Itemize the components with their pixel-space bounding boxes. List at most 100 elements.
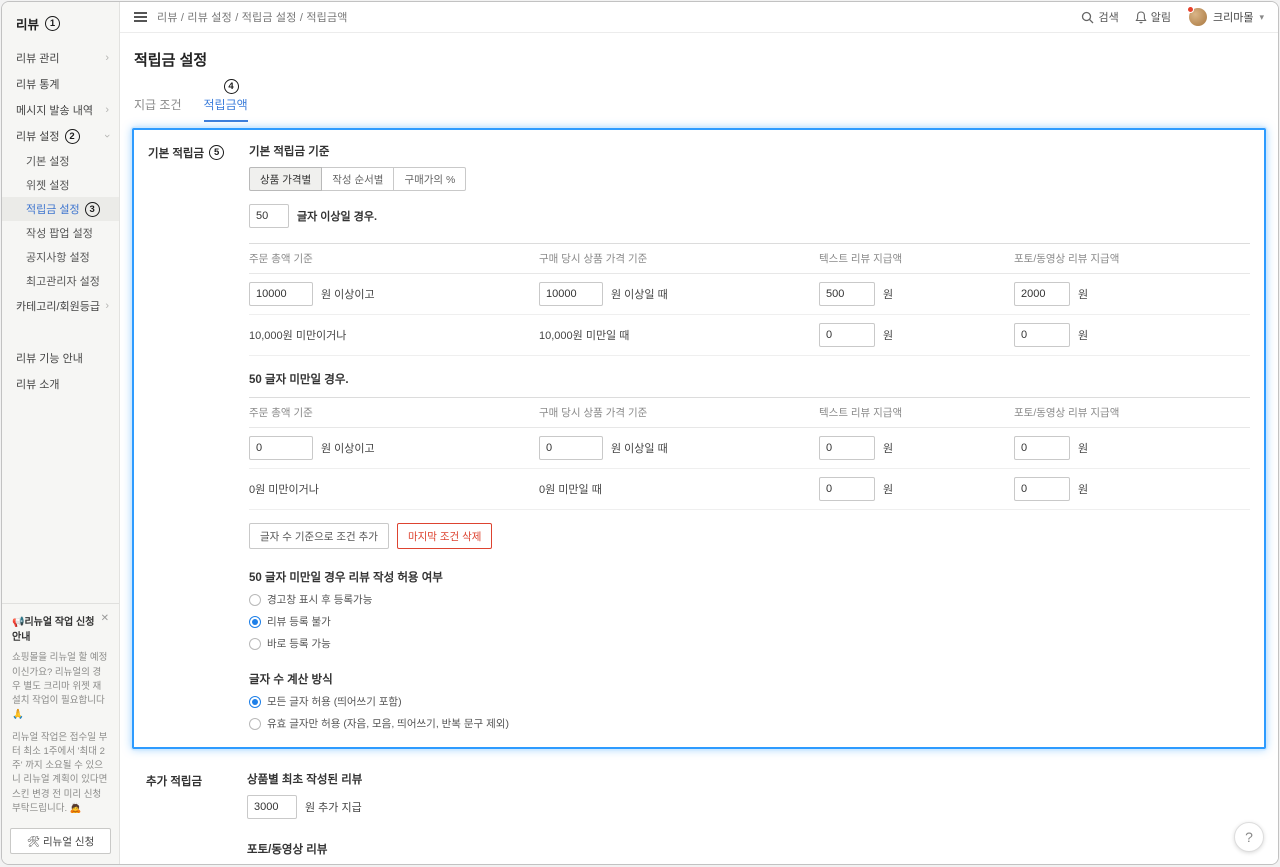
radio-valid-chars-only[interactable]: 유효 글자만 허용 (자음, 모음, 띄어쓰기, 반복 문구 제외) [249,716,1250,731]
char-count-title: 글자 수 계산 방식 [249,674,333,686]
search-button[interactable]: 검색 [1081,9,1119,25]
reward-row-under-else: 0원 미만이거나 0원 미만일 때 원 원 [249,469,1250,510]
condition-buttons-row: 글자 수 기준으로 조건 추가 마지막 조건 삭제 [249,523,1250,549]
sidebar-sub-admin-settings[interactable]: 최고관리자 설정 [2,269,119,293]
radio-icon [249,593,261,606]
renewal-notice-title: 📢리뉴얼 작업 신청 안내 [12,617,95,644]
won-label: 원 [883,484,894,496]
under-text-reward-input[interactable] [819,436,875,460]
col-text-reward: 텍스트 리뷰 지급액 [819,407,903,419]
criteria-segmented-control: 상품 가격별 작성 순서별 구매가의 % [249,167,1250,191]
sidebar-sub-basic-settings[interactable]: 기본 설정 [2,149,119,173]
sidebar-item-message-history[interactable]: 메시지 발송 내역 › [2,97,119,123]
alarm-button[interactable]: 알림 [1135,9,1171,25]
over-text-reward-input[interactable] [819,282,875,306]
sidebar-item-label: 리뷰 관리 [16,53,60,65]
sidebar-sub-reward-settings[interactable]: 적립금 설정 3 [2,197,119,221]
over-else-text-reward-input[interactable] [819,323,875,347]
col-photo-reward: 포토/동영상 리뷰 지급액 [1014,253,1120,265]
radio-label: 경고창 표시 후 등록가능 [267,594,373,606]
suffix-when: 원 이상일 때 [611,443,668,455]
sidebar-sub-label: 최고관리자 설정 [26,276,100,288]
won-label: 원 [1078,330,1089,342]
sidebar-link-feature-guide[interactable]: 리뷰 기능 안내 [2,345,119,371]
tab-payment-conditions[interactable]: 지급 조건 [134,96,182,122]
annotation-5: 5 [209,145,225,160]
close-icon[interactable]: ✕ [101,613,109,624]
sidebar-link-review-intro[interactable]: 리뷰 소개 [2,371,119,397]
under-else-order-text: 0원 미만이거나 [249,484,319,496]
segment-write-order[interactable]: 작성 순서별 [321,167,395,191]
col-order-total: 주문 총액 기준 [249,253,313,265]
topbar-right: 검색 알림 크리마몰 ▾ [1071,6,1264,26]
extra-reward-section-label: 추가 적립금 [146,771,247,864]
over-photo-reward-input[interactable] [1014,282,1070,306]
over-else-photo-reward-input[interactable] [1014,323,1070,347]
delete-last-condition-button[interactable]: 마지막 조건 삭제 [396,523,493,549]
basic-reward-section-label: 기본 적립금 5 [148,143,249,731]
breadcrumb[interactable]: 리뷰 / 리뷰 설정 / 적립금 설정 / 적립금액 [157,9,348,25]
char-threshold-suffix: 글자 이상일 경우. [297,211,378,223]
radio-selected-icon [249,695,261,708]
col-order-total: 주문 총액 기준 [249,407,313,419]
sidebar-item-label: 리뷰 설정 [16,131,60,143]
char-count-radio-group: 글자 수 계산 방식 모든 글자 허용 (띄어쓰기 포함) 유효 글자만 허용 … [249,671,1250,731]
under-order-amount-input[interactable] [249,436,313,460]
reward-row-under-main: 원 이상이고 원 이상일 때 원 원 [249,428,1250,469]
radio-all-chars[interactable]: 모든 글자 허용 (띄어쓰기 포함) [249,694,1250,709]
account-avatar[interactable] [1186,6,1207,26]
chevron-down-icon[interactable]: ▾ [1259,12,1264,23]
radio-label: 모든 글자 허용 (띄어쓰기 포함) [267,696,402,708]
app-title: 리뷰 [16,18,40,32]
char-threshold-row: 글자 이상일 경우. [249,204,1250,228]
under-else-text-reward-input[interactable] [819,477,875,501]
reward-table-header: 주문 총액 기준 구매 당시 상품 가격 기준 텍스트 리뷰 지급액 포토/동영… [249,397,1250,428]
section-label-text: 기본 적립금 [148,148,205,160]
tab-reward-amount[interactable]: 4 적립금액 [203,79,248,122]
over-order-amount-input[interactable] [249,282,313,306]
tab-bar: 지급 조건 4 적립금액 [134,79,1266,122]
radio-icon [249,637,261,650]
sidebar-sub-popup-settings[interactable]: 작성 팝업 설정 [2,221,119,245]
under-else-photo-reward-input[interactable] [1014,477,1070,501]
allow-review-radio-group: 50 글자 미만일 경우 리뷰 작성 허용 여부 경고창 표시 후 등록가능 리… [249,569,1250,651]
segment-product-price[interactable]: 상품 가격별 [249,167,323,191]
sidebar-item-review-manage[interactable]: 리뷰 관리 › [2,45,119,71]
char-threshold-input[interactable] [249,204,289,228]
sidebar-item-review-settings[interactable]: 리뷰 설정 2 › [2,123,119,149]
renewal-notice-box: 📢리뉴얼 작업 신청 안내 ✕ 쇼핑몰을 리뉴얼 할 예정이신가요? 리뉴얼의 … [2,603,119,820]
under-product-price-input[interactable] [539,436,603,460]
sidebar-item-review-stats[interactable]: 리뷰 통계 [2,71,119,97]
sidebar-sub-notice-settings[interactable]: 공지사항 설정 [2,245,119,269]
photo-review-title: 포토/동영상 리뷰 [247,844,328,856]
under-threshold-title: 50 글자 미만일 경우. [249,374,349,386]
extra-reward-body: 상품별 최초 작성된 리뷰 원 추가 지급 포토/동영상 리뷰 상품별 1번째 … [247,771,1250,864]
first-review-amount-input[interactable] [247,795,297,819]
chevron-down-icon: › [101,134,114,138]
sidebar-item-label-wrap: 리뷰 설정 2 [16,128,80,144]
over-else-price-text: 10,000원 미만일 때 [539,330,630,342]
under-photo-reward-input[interactable] [1014,436,1070,460]
sidebar-sub-label: 위젯 설정 [26,180,70,192]
help-button[interactable]: ? [1234,822,1264,852]
account-name[interactable]: 크리마몰 [1213,9,1253,25]
radio-warning-then-allow[interactable]: 경고창 표시 후 등록가능 [249,592,1250,607]
sidebar-item-category-grade[interactable]: 카테고리/회원등급 › [2,293,119,319]
renewal-apply-button[interactable]: 🛠 리뉴얼 신청 [10,828,111,854]
won-label: 원 [1078,484,1089,496]
over-product-price-input[interactable] [539,282,603,306]
sidebar-item-label: 메시지 발송 내역 [16,105,93,117]
annotation-3: 3 [84,201,100,217]
first-review-suffix: 원 추가 지급 [305,802,362,814]
radio-label: 바로 등록 가능 [267,638,331,650]
bell-icon [1135,10,1147,23]
segment-purchase-percent[interactable]: 구매가의 % [393,167,467,191]
first-review-row: 원 추가 지급 [247,795,1250,819]
col-product-price: 구매 당시 상품 가격 기준 [539,253,648,265]
menu-icon[interactable] [134,8,147,27]
radio-register-disallowed[interactable]: 리뷰 등록 불가 [249,614,1250,629]
add-char-condition-button[interactable]: 글자 수 기준으로 조건 추가 [249,523,389,549]
chevron-right-icon: › [105,104,109,116]
sidebar-sub-widget-settings[interactable]: 위젯 설정 [2,173,119,197]
radio-register-allowed[interactable]: 바로 등록 가능 [249,636,1250,651]
